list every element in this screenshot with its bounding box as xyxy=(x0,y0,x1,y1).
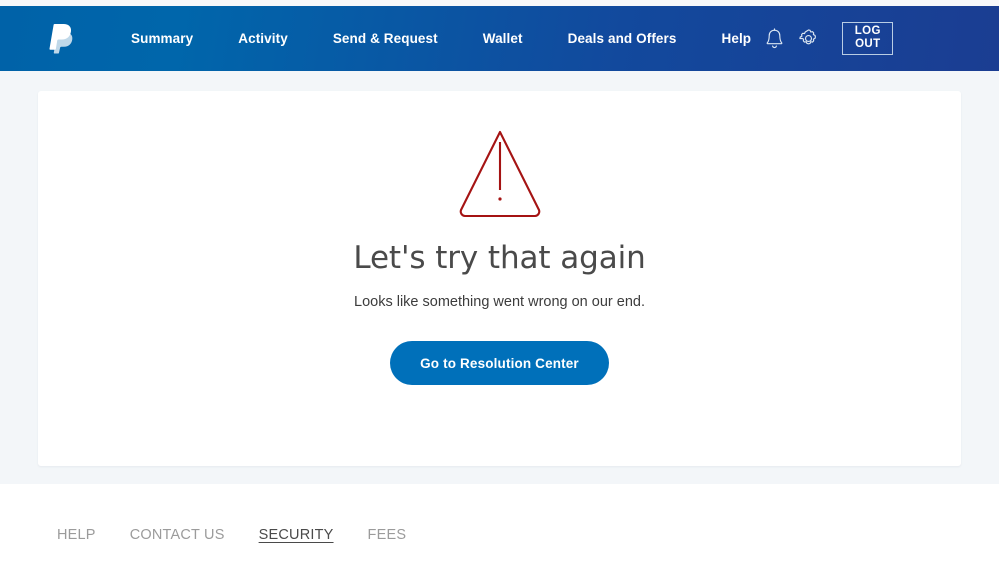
nav-item-summary[interactable]: Summary xyxy=(131,25,193,52)
gear-icon xyxy=(799,29,817,45)
nav-item-send-request[interactable]: Send & Request xyxy=(333,25,438,52)
go-to-resolution-center-button[interactable]: Go to Resolution Center xyxy=(390,341,609,386)
paypal-logo-icon xyxy=(49,23,73,53)
paypal-logo-link[interactable] xyxy=(48,23,74,54)
primary-nav: Summary Activity Send & Request Wallet D… xyxy=(131,25,751,52)
nav-item-wallet[interactable]: Wallet xyxy=(483,25,523,52)
header-actions: LOG OUT xyxy=(751,22,894,55)
footer-link-fees[interactable]: FEES xyxy=(368,527,407,543)
footer-link-help[interactable]: HELP xyxy=(57,527,96,543)
page-title: Let's try that again xyxy=(353,240,646,276)
nav-item-activity[interactable]: Activity xyxy=(238,25,288,52)
nav-item-help[interactable]: Help xyxy=(721,25,751,52)
error-card: Let's try that again Looks like somethin… xyxy=(38,91,961,466)
error-subtitle: Looks like something went wrong on our e… xyxy=(354,294,645,311)
footer-link-contact-us[interactable]: CONTACT US xyxy=(130,527,225,543)
nav-item-deals-offers[interactable]: Deals and Offers xyxy=(568,25,677,52)
warning-triangle-icon xyxy=(459,130,540,218)
footer-link-security[interactable]: SECURITY xyxy=(259,527,334,543)
settings-button[interactable] xyxy=(797,24,820,54)
notifications-button[interactable] xyxy=(763,24,785,54)
site-header: Summary Activity Send & Request Wallet D… xyxy=(0,6,999,71)
logout-button[interactable]: LOG OUT xyxy=(842,22,894,55)
bell-icon xyxy=(766,27,783,48)
page-background: Let's try that again Looks like somethin… xyxy=(0,71,999,484)
site-footer: HELP CONTACT US SECURITY FEES xyxy=(0,484,999,566)
